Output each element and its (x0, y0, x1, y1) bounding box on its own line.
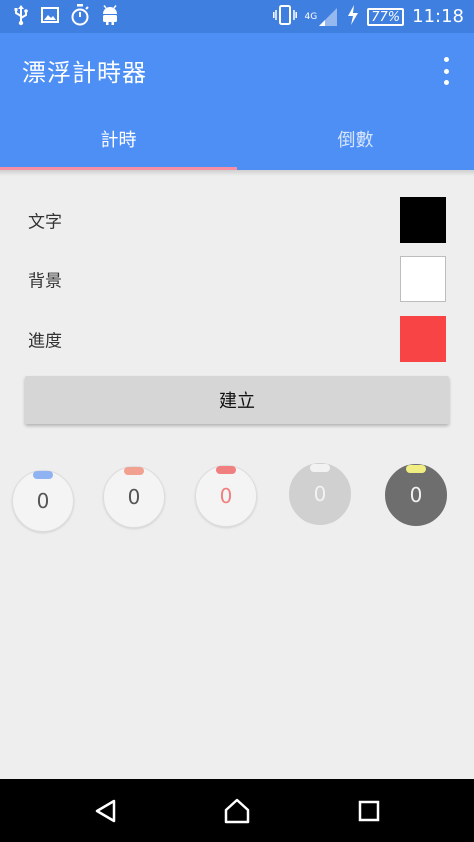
status-left-icons (12, 4, 120, 30)
network-type-label: 4G (304, 12, 318, 22)
android-icon (100, 4, 120, 30)
timer-preset-gray[interactable]: 0 (289, 463, 351, 525)
status-clock: 11:18 (412, 6, 464, 27)
create-button[interactable]: 建立 (25, 376, 449, 424)
signal-icon: 4G (305, 6, 340, 28)
status-bar: 4G 77% 11:18 (0, 0, 474, 33)
menu-dot (443, 57, 449, 62)
preset-value: 0 (127, 485, 141, 509)
battery-icon: 77% (367, 8, 405, 26)
home-icon[interactable] (197, 779, 277, 842)
menu-dot (443, 80, 449, 85)
setting-label-background: 背景 (28, 271, 62, 292)
status-right-icons: 4G 77% 11:18 (272, 4, 464, 30)
app-bar: 漂浮計時器 (0, 33, 474, 108)
preset-handle (33, 471, 53, 479)
progress-color-swatch[interactable] (400, 316, 446, 362)
preset-value: 0 (219, 484, 233, 508)
setting-label-progress: 進度 (28, 331, 62, 352)
preset-handle (124, 467, 144, 475)
background-color-swatch[interactable] (400, 256, 446, 302)
tab-countdown-label: 倒數 (337, 130, 374, 151)
timer-preset-blue[interactable]: 0 (12, 470, 74, 532)
preset-handle (310, 464, 330, 472)
setting-row-text-color: 文字 (28, 197, 446, 243)
navigation-bar (0, 779, 474, 842)
preset-value: 0 (409, 483, 423, 507)
tab-timer-label: 計時 (100, 130, 137, 151)
stopwatch-icon (70, 4, 90, 30)
preset-handle (216, 466, 236, 474)
text-color-swatch[interactable] (400, 197, 446, 243)
usb-icon (12, 4, 30, 30)
preset-handle (406, 465, 426, 473)
preset-value: 0 (313, 482, 327, 506)
timer-preset-peach[interactable]: 0 (103, 466, 165, 528)
timer-preset-dark[interactable]: 0 (385, 464, 447, 526)
tab-bar: 計時 倒數 (0, 108, 474, 170)
charging-icon (347, 5, 359, 29)
tab-shadow (0, 170, 474, 176)
image-icon (40, 5, 60, 29)
preset-value: 0 (36, 489, 50, 513)
vibrate-icon (272, 4, 297, 30)
setting-label-text: 文字 (28, 212, 62, 233)
more-vert-icon[interactable] (442, 57, 450, 85)
tab-timer[interactable]: 計時 (0, 108, 237, 170)
tab-countdown[interactable]: 倒數 (237, 108, 474, 170)
setting-row-background-color: 背景 (28, 256, 446, 302)
menu-dot (443, 68, 449, 74)
recents-icon[interactable] (329, 779, 409, 842)
timer-preset-red[interactable]: 0 (195, 465, 257, 527)
back-icon[interactable] (66, 779, 146, 842)
setting-row-progress-color: 進度 (28, 316, 446, 362)
battery-percent: 77% (371, 9, 401, 25)
app-title: 漂浮計時器 (22, 59, 147, 87)
